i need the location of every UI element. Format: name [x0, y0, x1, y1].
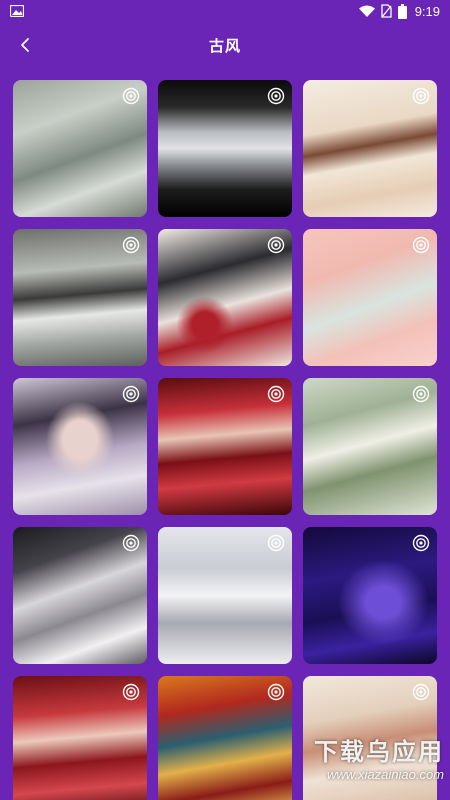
wallpaper-tile[interactable]: [303, 229, 437, 366]
live-wallpaper-icon: [412, 385, 430, 403]
status-right: 9:19: [358, 3, 440, 19]
wallpaper-tile[interactable]: [303, 676, 437, 800]
live-wallpaper-icon: [412, 87, 430, 105]
wallpaper-tile[interactable]: [303, 527, 437, 664]
wallpaper-tile[interactable]: [303, 378, 437, 515]
wallpaper-tile[interactable]: [13, 378, 147, 515]
wallpaper-tile[interactable]: [13, 229, 147, 366]
back-button[interactable]: [12, 32, 38, 58]
wallpaper-tile[interactable]: [13, 80, 147, 217]
wallpaper-tile[interactable]: [13, 676, 147, 800]
live-wallpaper-icon: [122, 236, 140, 254]
live-wallpaper-icon: [267, 683, 285, 701]
wallpaper-tile[interactable]: [303, 80, 437, 217]
wallpaper-tile[interactable]: [158, 527, 292, 664]
live-wallpaper-icon: [267, 87, 285, 105]
wallpaper-tile[interactable]: [158, 676, 292, 800]
status-left: [10, 5, 24, 17]
live-wallpaper-icon: [412, 236, 430, 254]
page-title: 古风: [208, 36, 241, 55]
status-bar: 9:19: [0, 0, 450, 22]
chevron-left-icon: [21, 38, 29, 52]
wallpaper-grid: [13, 80, 437, 800]
wallpaper-tile[interactable]: [158, 378, 292, 515]
wallpaper-tile[interactable]: [158, 80, 292, 217]
live-wallpaper-icon: [267, 534, 285, 552]
wallpaper-tile[interactable]: [13, 527, 147, 664]
live-wallpaper-icon: [267, 236, 285, 254]
app-bar: 古风: [0, 22, 450, 68]
battery-icon: [397, 3, 407, 19]
wifi-icon: [358, 5, 375, 17]
wallpaper-tile[interactable]: [158, 229, 292, 366]
live-wallpaper-icon: [412, 534, 430, 552]
status-time: 9:19: [414, 3, 440, 19]
live-wallpaper-icon: [122, 683, 140, 701]
image-notification-icon: [10, 5, 24, 17]
live-wallpaper-icon: [122, 87, 140, 105]
live-wallpaper-icon: [412, 683, 430, 701]
no-sim-icon: [381, 4, 392, 18]
live-wallpaper-icon: [267, 385, 285, 403]
live-wallpaper-icon: [122, 385, 140, 403]
live-wallpaper-icon: [122, 534, 140, 552]
